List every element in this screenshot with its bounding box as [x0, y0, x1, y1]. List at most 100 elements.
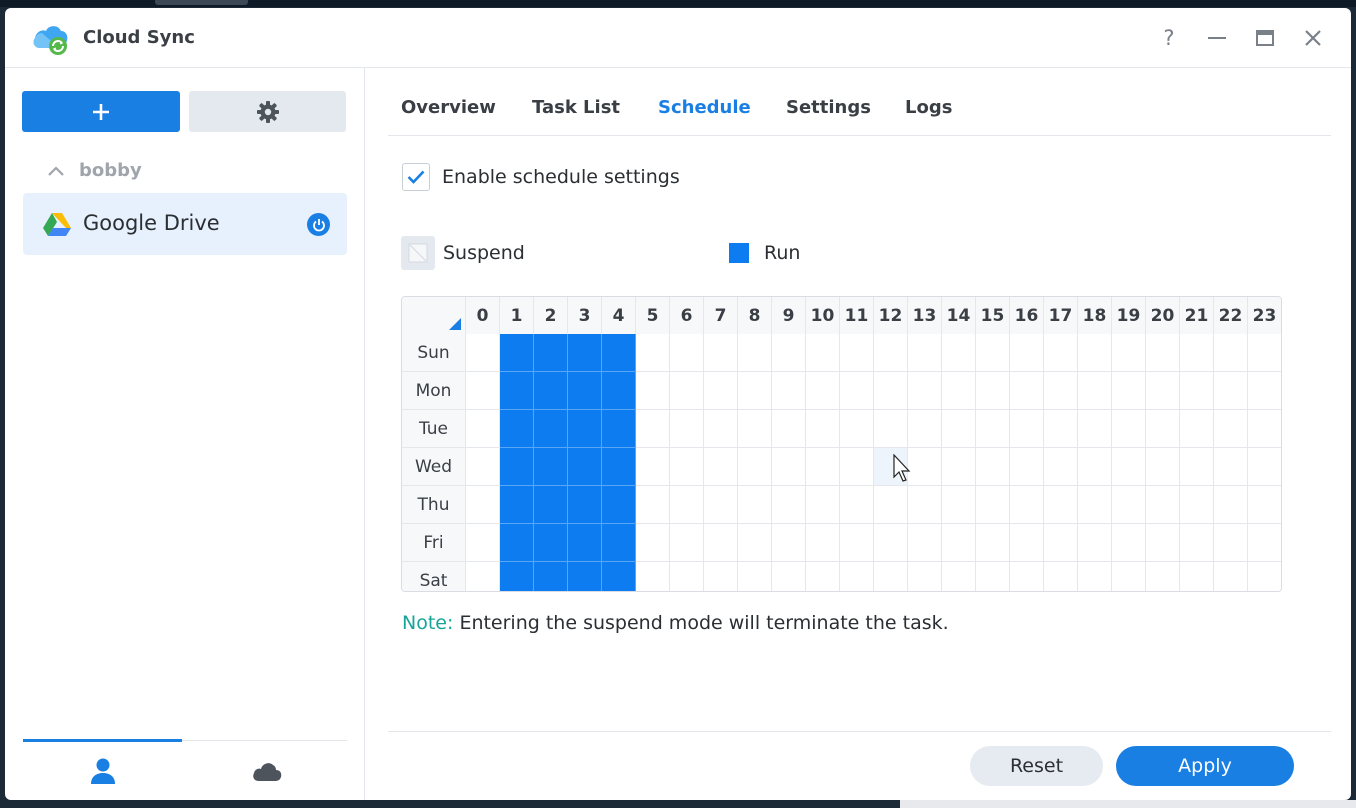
enable-schedule-checkbox-row[interactable]: Enable schedule settings [402, 163, 680, 191]
schedule-cell-mon-18[interactable] [1077, 371, 1112, 410]
schedule-cell-sat-21[interactable] [1179, 561, 1214, 591]
schedule-cell-tue-4[interactable] [601, 409, 636, 448]
minimize-button[interactable] [1202, 23, 1232, 53]
tab-overview[interactable]: Overview [401, 97, 496, 118]
schedule-cell-fri-15[interactable] [975, 523, 1010, 562]
schedule-cell-thu-4[interactable] [601, 485, 636, 524]
schedule-cell-thu-16[interactable] [1009, 485, 1044, 524]
schedule-cell-sat-16[interactable] [1009, 561, 1044, 591]
legend-suspend[interactable]: Suspend [401, 236, 525, 270]
schedule-cell-thu-7[interactable] [703, 485, 738, 524]
schedule-cell-thu-19[interactable] [1111, 485, 1146, 524]
schedule-cell-tue-9[interactable] [771, 409, 806, 448]
schedule-cell-tue-15[interactable] [975, 409, 1010, 448]
schedule-cell-fri-3[interactable] [567, 523, 602, 562]
schedule-cell-sat-17[interactable] [1043, 561, 1078, 591]
schedule-cell-tue-16[interactable] [1009, 409, 1044, 448]
schedule-cell-fri-19[interactable] [1111, 523, 1146, 562]
run-swatch[interactable] [722, 236, 756, 270]
schedule-cell-sun-21[interactable] [1179, 334, 1214, 372]
desktop-taskbar-tab[interactable] [155, 0, 248, 5]
schedule-cell-sun-0[interactable] [465, 334, 500, 372]
day-header-sun[interactable]: Sun [402, 334, 466, 372]
schedule-cell-mon-13[interactable] [907, 371, 942, 410]
schedule-cell-tue-18[interactable] [1077, 409, 1112, 448]
schedule-cell-wed-1[interactable] [499, 447, 534, 486]
schedule-cell-tue-3[interactable] [567, 409, 602, 448]
hour-header-16[interactable]: 16 [1009, 297, 1044, 334]
hour-header-19[interactable]: 19 [1111, 297, 1146, 334]
schedule-cell-tue-10[interactable] [805, 409, 840, 448]
schedule-cell-sat-22[interactable] [1213, 561, 1248, 591]
schedule-cell-tue-11[interactable] [839, 409, 874, 448]
hour-header-20[interactable]: 20 [1145, 297, 1180, 334]
schedule-cell-sun-15[interactable] [975, 334, 1010, 372]
day-header-mon[interactable]: Mon [402, 371, 466, 410]
schedule-cell-tue-21[interactable] [1179, 409, 1214, 448]
schedule-cell-wed-15[interactable] [975, 447, 1010, 486]
schedule-cell-fri-12[interactable] [873, 523, 908, 562]
tab-cloud[interactable] [187, 741, 347, 800]
schedule-cell-sun-6[interactable] [669, 334, 704, 372]
schedule-cell-mon-23[interactable] [1247, 371, 1281, 410]
schedule-cell-sun-5[interactable] [635, 334, 670, 372]
schedule-cell-mon-0[interactable] [465, 371, 500, 410]
schedule-cell-thu-5[interactable] [635, 485, 670, 524]
schedule-cell-thu-11[interactable] [839, 485, 874, 524]
schedule-cell-fri-22[interactable] [1213, 523, 1248, 562]
user-group-header[interactable]: bobby [47, 160, 142, 181]
schedule-cell-sat-18[interactable] [1077, 561, 1112, 591]
schedule-cell-tue-14[interactable] [941, 409, 976, 448]
schedule-cell-tue-22[interactable] [1213, 409, 1248, 448]
schedule-cell-tue-12[interactable] [873, 409, 908, 448]
hour-header-1[interactable]: 1 [499, 297, 534, 334]
schedule-cell-mon-22[interactable] [1213, 371, 1248, 410]
schedule-cell-sun-13[interactable] [907, 334, 942, 372]
schedule-cell-fri-14[interactable] [941, 523, 976, 562]
schedule-cell-sun-9[interactable] [771, 334, 806, 372]
hour-header-5[interactable]: 5 [635, 297, 670, 334]
schedule-cell-wed-20[interactable] [1145, 447, 1180, 486]
schedule-cell-thu-12[interactable] [873, 485, 908, 524]
schedule-cell-thu-17[interactable] [1043, 485, 1078, 524]
schedule-cell-sat-2[interactable] [533, 561, 568, 591]
schedule-cell-tue-17[interactable] [1043, 409, 1078, 448]
schedule-cell-wed-6[interactable] [669, 447, 704, 486]
schedule-cell-wed-23[interactable] [1247, 447, 1281, 486]
schedule-cell-sun-16[interactable] [1009, 334, 1044, 372]
schedule-cell-mon-2[interactable] [533, 371, 568, 410]
schedule-cell-fri-2[interactable] [533, 523, 568, 562]
schedule-cell-fri-11[interactable] [839, 523, 874, 562]
schedule-cell-thu-13[interactable] [907, 485, 942, 524]
schedule-cell-thu-8[interactable] [737, 485, 772, 524]
schedule-cell-sun-1[interactable] [499, 334, 534, 372]
schedule-cell-fri-13[interactable] [907, 523, 942, 562]
schedule-cell-sat-10[interactable] [805, 561, 840, 591]
schedule-cell-thu-20[interactable] [1145, 485, 1180, 524]
schedule-cell-sat-1[interactable] [499, 561, 534, 591]
schedule-cell-thu-15[interactable] [975, 485, 1010, 524]
legend-run[interactable]: Run [722, 236, 800, 270]
schedule-cell-thu-9[interactable] [771, 485, 806, 524]
schedule-cell-fri-6[interactable] [669, 523, 704, 562]
schedule-cell-fri-8[interactable] [737, 523, 772, 562]
schedule-cell-sat-20[interactable] [1145, 561, 1180, 591]
schedule-cell-fri-7[interactable] [703, 523, 738, 562]
hour-header-0[interactable]: 0 [465, 297, 500, 334]
schedule-cell-fri-23[interactable] [1247, 523, 1281, 562]
hour-header-6[interactable]: 6 [669, 297, 704, 334]
schedule-cell-wed-9[interactable] [771, 447, 806, 486]
schedule-cell-mon-8[interactable] [737, 371, 772, 410]
tab-logs[interactable]: Logs [905, 97, 952, 118]
hour-header-8[interactable]: 8 [737, 297, 772, 334]
schedule-cell-mon-9[interactable] [771, 371, 806, 410]
schedule-cell-mon-6[interactable] [669, 371, 704, 410]
schedule-cell-wed-19[interactable] [1111, 447, 1146, 486]
suspend-swatch[interactable] [401, 236, 435, 270]
hour-header-23[interactable]: 23 [1247, 297, 1281, 334]
schedule-cell-sat-3[interactable] [567, 561, 602, 591]
schedule-cell-thu-2[interactable] [533, 485, 568, 524]
schedule-cell-mon-7[interactable] [703, 371, 738, 410]
schedule-cell-mon-20[interactable] [1145, 371, 1180, 410]
schedule-cell-wed-7[interactable] [703, 447, 738, 486]
